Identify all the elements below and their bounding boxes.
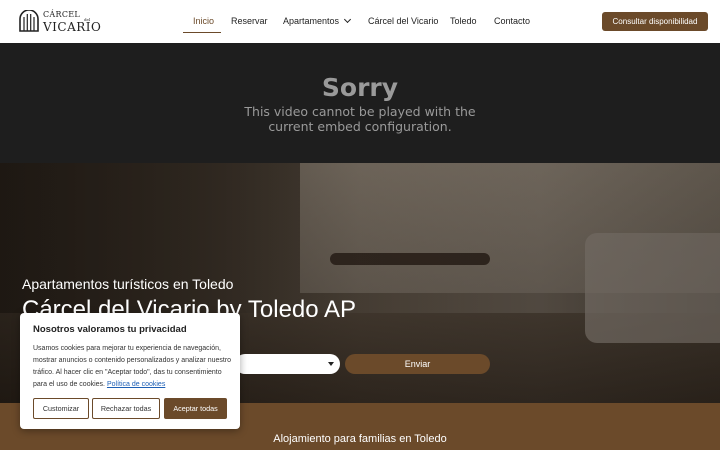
active-nav-indicator	[183, 32, 221, 33]
nav-item-toledo[interactable]: Toledo	[450, 16, 477, 26]
nav-item-apartamentos-label: Apartamentos	[283, 16, 340, 26]
site-header: CÁRCEL del VICARIO Inicio Reservar Apart…	[0, 0, 720, 43]
section-heading: Alojamiento para familias en Toledo	[273, 433, 447, 445]
send-button[interactable]: Enviar	[345, 354, 490, 374]
video-error-line-1: This video cannot be played with the	[244, 104, 476, 119]
check-availability-button[interactable]: Consultar disponibilidad	[602, 12, 708, 31]
chevron-down-icon	[343, 15, 352, 24]
video-error-title: Sorry	[321, 73, 399, 102]
video-error-message: This video cannot be played with the cur…	[0, 104, 720, 134]
logo[interactable]: CÁRCEL del VICARIO	[18, 9, 101, 35]
hero-subtitle: Apartamentos turísticos en Toledo	[22, 276, 234, 292]
reject-all-button[interactable]: Rechazar todas	[92, 398, 160, 419]
apartment-select[interactable]	[235, 354, 340, 374]
video-error-line-2: current embed configuration.	[268, 119, 452, 134]
nav-item-inicio[interactable]: Inicio	[193, 16, 214, 26]
cookie-body: Usamos cookies para mejorar tu experienc…	[33, 343, 233, 391]
nav-item-carcel-del-vicario[interactable]: Cárcel del Vicario	[368, 16, 438, 26]
cookie-policy-link[interactable]: Política de cookies	[107, 381, 165, 388]
accept-all-button[interactable]: Aceptar todas	[164, 398, 227, 419]
video-embed[interactable]: Sorry This video cannot be played with t…	[0, 43, 720, 163]
customize-button[interactable]: Customizar	[33, 398, 89, 419]
logo-text-bottom: VICARIO	[43, 20, 102, 34]
nav-item-reservar[interactable]: Reservar	[231, 16, 268, 26]
dropdown-arrow-icon	[328, 362, 334, 366]
gate-logo-icon	[19, 10, 39, 32]
cookie-title: Nosotros valoramos tu privacidad	[33, 324, 187, 335]
nav-item-contacto[interactable]: Contacto	[494, 16, 530, 26]
nav-item-apartamentos[interactable]: Apartamentos	[283, 15, 352, 26]
cookie-consent-dialog: Nosotros valoramos tu privacidad Usamos …	[20, 313, 240, 429]
logo-text-top: CÁRCEL	[43, 10, 80, 19]
